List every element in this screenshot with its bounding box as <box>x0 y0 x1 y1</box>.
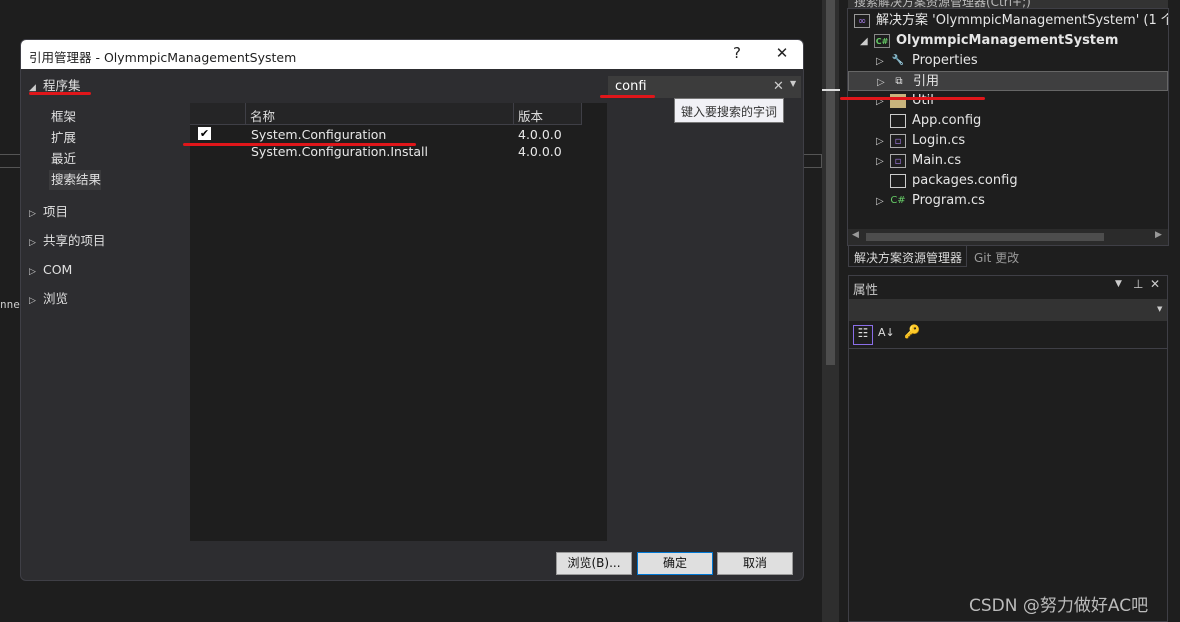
wrench-icon: 🔧 <box>891 54 905 66</box>
expand-icon: ▷ <box>876 156 884 167</box>
tree-item-properties[interactable]: ▷ 🔧 Properties <box>848 51 1168 71</box>
tree-label: Util <box>912 93 934 108</box>
property-pages-icon[interactable]: 🔑 <box>904 325 920 340</box>
nav-browse[interactable]: ▷ 浏览 <box>21 289 190 309</box>
tree-label: Properties <box>912 53 978 68</box>
tree-item-program[interactable]: ▷ C# Program.cs <box>848 191 1168 211</box>
column-version[interactable]: 版本 <box>514 103 582 125</box>
nav-label: COM <box>42 262 73 277</box>
help-button[interactable]: ? <box>726 44 748 66</box>
row-version: 4.0.0.0 <box>518 144 562 159</box>
assembly-list: 名称 版本 ✔ System.Configuration 4.0.0.0 Sys… <box>190 103 607 541</box>
annotation-underline <box>600 95 655 98</box>
nav-com[interactable]: ▷ COM <box>21 260 190 280</box>
references-icon: ⧉ <box>895 75 903 87</box>
pin-icon[interactable]: ⊥ <box>1133 277 1143 291</box>
search-value: confi <box>615 79 647 94</box>
properties-title: 属性 <box>853 282 879 297</box>
config-file-icon <box>890 173 906 188</box>
alphabetical-sort-icon[interactable]: A↓ <box>878 326 895 339</box>
column-check[interactable] <box>190 103 246 125</box>
tree-label: packages.config <box>912 173 1018 188</box>
annotation-underline <box>840 97 985 100</box>
nav-projects[interactable]: ▷ 项目 <box>21 202 190 222</box>
tree-label: 引用 <box>913 74 940 89</box>
close-button[interactable]: ✕ <box>771 44 793 66</box>
form-icon: ▫ <box>890 133 906 148</box>
folder-icon <box>890 93 906 108</box>
nav-label: 浏览 <box>42 291 68 306</box>
expand-icon: ▷ <box>876 56 884 67</box>
tree-solution[interactable]: ∞ 解决方案 'OlymmpicManagementSystem' (1 个项目 <box>848 11 1168 31</box>
annotation-underline <box>183 143 416 146</box>
browse-button[interactable]: 浏览(B)... <box>556 552 632 575</box>
csharp-project-icon: C# <box>874 33 890 48</box>
tree-label: Program.cs <box>912 193 985 208</box>
splitter <box>822 89 840 91</box>
expand-icon: ▷ <box>876 136 884 147</box>
expand-icon: ▷ <box>29 296 36 306</box>
nav-label: 项目 <box>42 204 68 219</box>
nav-framework[interactable]: 框架 <box>21 107 190 127</box>
tree-label: Main.cs <box>912 153 962 168</box>
row-version: 4.0.0.0 <box>518 127 562 142</box>
nav-recent[interactable]: 最近 <box>21 149 190 169</box>
expand-icon: ▷ <box>29 267 36 277</box>
close-icon[interactable]: ✕ <box>1150 277 1160 291</box>
nav-extensions[interactable]: 扩展 <box>21 128 190 148</box>
row-name[interactable]: System.Configuration <box>251 126 386 143</box>
dropdown-icon[interactable]: ▼ <box>1115 279 1122 289</box>
dialog-title: 引用管理器 - OlymmpicManagementSystem <box>21 40 803 69</box>
tab-git-changes[interactable]: Git 更改 <box>974 249 1019 266</box>
tree-item-packages-config[interactable]: packages.config <box>848 171 1168 191</box>
editor-fragment <box>804 154 822 168</box>
clear-search-icon[interactable]: ✕ <box>773 79 784 94</box>
solution-search[interactable]: 搜索解决方案资源管理器(Ctrl+;) <box>848 0 1168 8</box>
nav-label: 共享的项目 <box>42 233 106 248</box>
object-selector[interactable]: ▼ <box>849 299 1167 321</box>
csharp-file-icon: C# <box>890 194 906 206</box>
expand-icon: ▷ <box>876 196 884 207</box>
nav-shared-projects[interactable]: ▷ 共享的项目 <box>21 231 190 251</box>
tree-label: App.config <box>912 113 982 128</box>
nav-search-results[interactable]: 搜索结果 <box>49 170 101 190</box>
expand-icon: ▷ <box>29 238 36 248</box>
search-tooltip: 键入要搜索的字词 <box>674 98 784 123</box>
tree-label: Login.cs <box>912 133 966 148</box>
divider <box>849 348 1167 349</box>
ok-button[interactable]: 确定 <box>637 552 713 575</box>
solution-search-placeholder: 搜索解决方案资源管理器(Ctrl+;) <box>854 0 1031 8</box>
config-file-icon <box>890 113 906 128</box>
tree-item-util[interactable]: ▷ Util <box>848 91 1168 111</box>
watermark: CSDN @努力做好AC吧 <box>969 596 1149 616</box>
tree-label: OlymmpicManagementSystem <box>896 33 1119 48</box>
expand-icon: ▷ <box>876 96 884 107</box>
row-checkbox[interactable]: ✔ <box>198 127 211 140</box>
tree-project[interactable]: ◢ C# OlymmpicManagementSystem <box>848 31 1168 51</box>
expand-icon: ▷ <box>29 209 36 219</box>
solution-icon: ∞ <box>854 13 870 28</box>
editor-text: nne <box>0 298 20 311</box>
tree-item-login[interactable]: ▷ ▫ Login.cs <box>848 131 1168 151</box>
properties-panel: 属性 ▼ ⊥ ✕ ▼ ☷ A↓ 🔑 <box>848 275 1168 622</box>
tree-label: 解决方案 'OlymmpicManagementSystem' (1 个项目 <box>876 13 1168 28</box>
categorized-icon[interactable]: ☷ <box>853 325 873 345</box>
expand-icon: ▷ <box>877 77 885 88</box>
annotation-underline <box>29 92 91 95</box>
dropdown-icon[interactable]: ▼ <box>790 79 796 88</box>
column-name[interactable]: 名称 <box>246 103 514 125</box>
collapse-icon: ◢ <box>29 83 36 93</box>
cancel-button[interactable]: 取消 <box>717 552 793 575</box>
form-icon: ▫ <box>890 153 906 168</box>
tree-item-main[interactable]: ▷ ▫ Main.cs <box>848 151 1168 171</box>
tab-solution-explorer[interactable]: 解决方案资源管理器 <box>848 246 967 267</box>
nav-label: 程序集 <box>42 78 81 93</box>
reference-manager-dialog: 引用管理器 - OlymmpicManagementSystem ? ✕ ◢ 程… <box>20 39 804 581</box>
horizontal-scrollbar[interactable]: ◀ ▶ <box>848 229 1168 245</box>
editor-scrollbar[interactable] <box>822 0 839 622</box>
tree-item-app-config[interactable]: App.config <box>848 111 1168 131</box>
collapse-icon: ◢ <box>860 36 868 47</box>
tree-item-references[interactable]: ▷ ⧉ 引用 <box>848 71 1168 91</box>
editor-fragment <box>0 154 20 168</box>
